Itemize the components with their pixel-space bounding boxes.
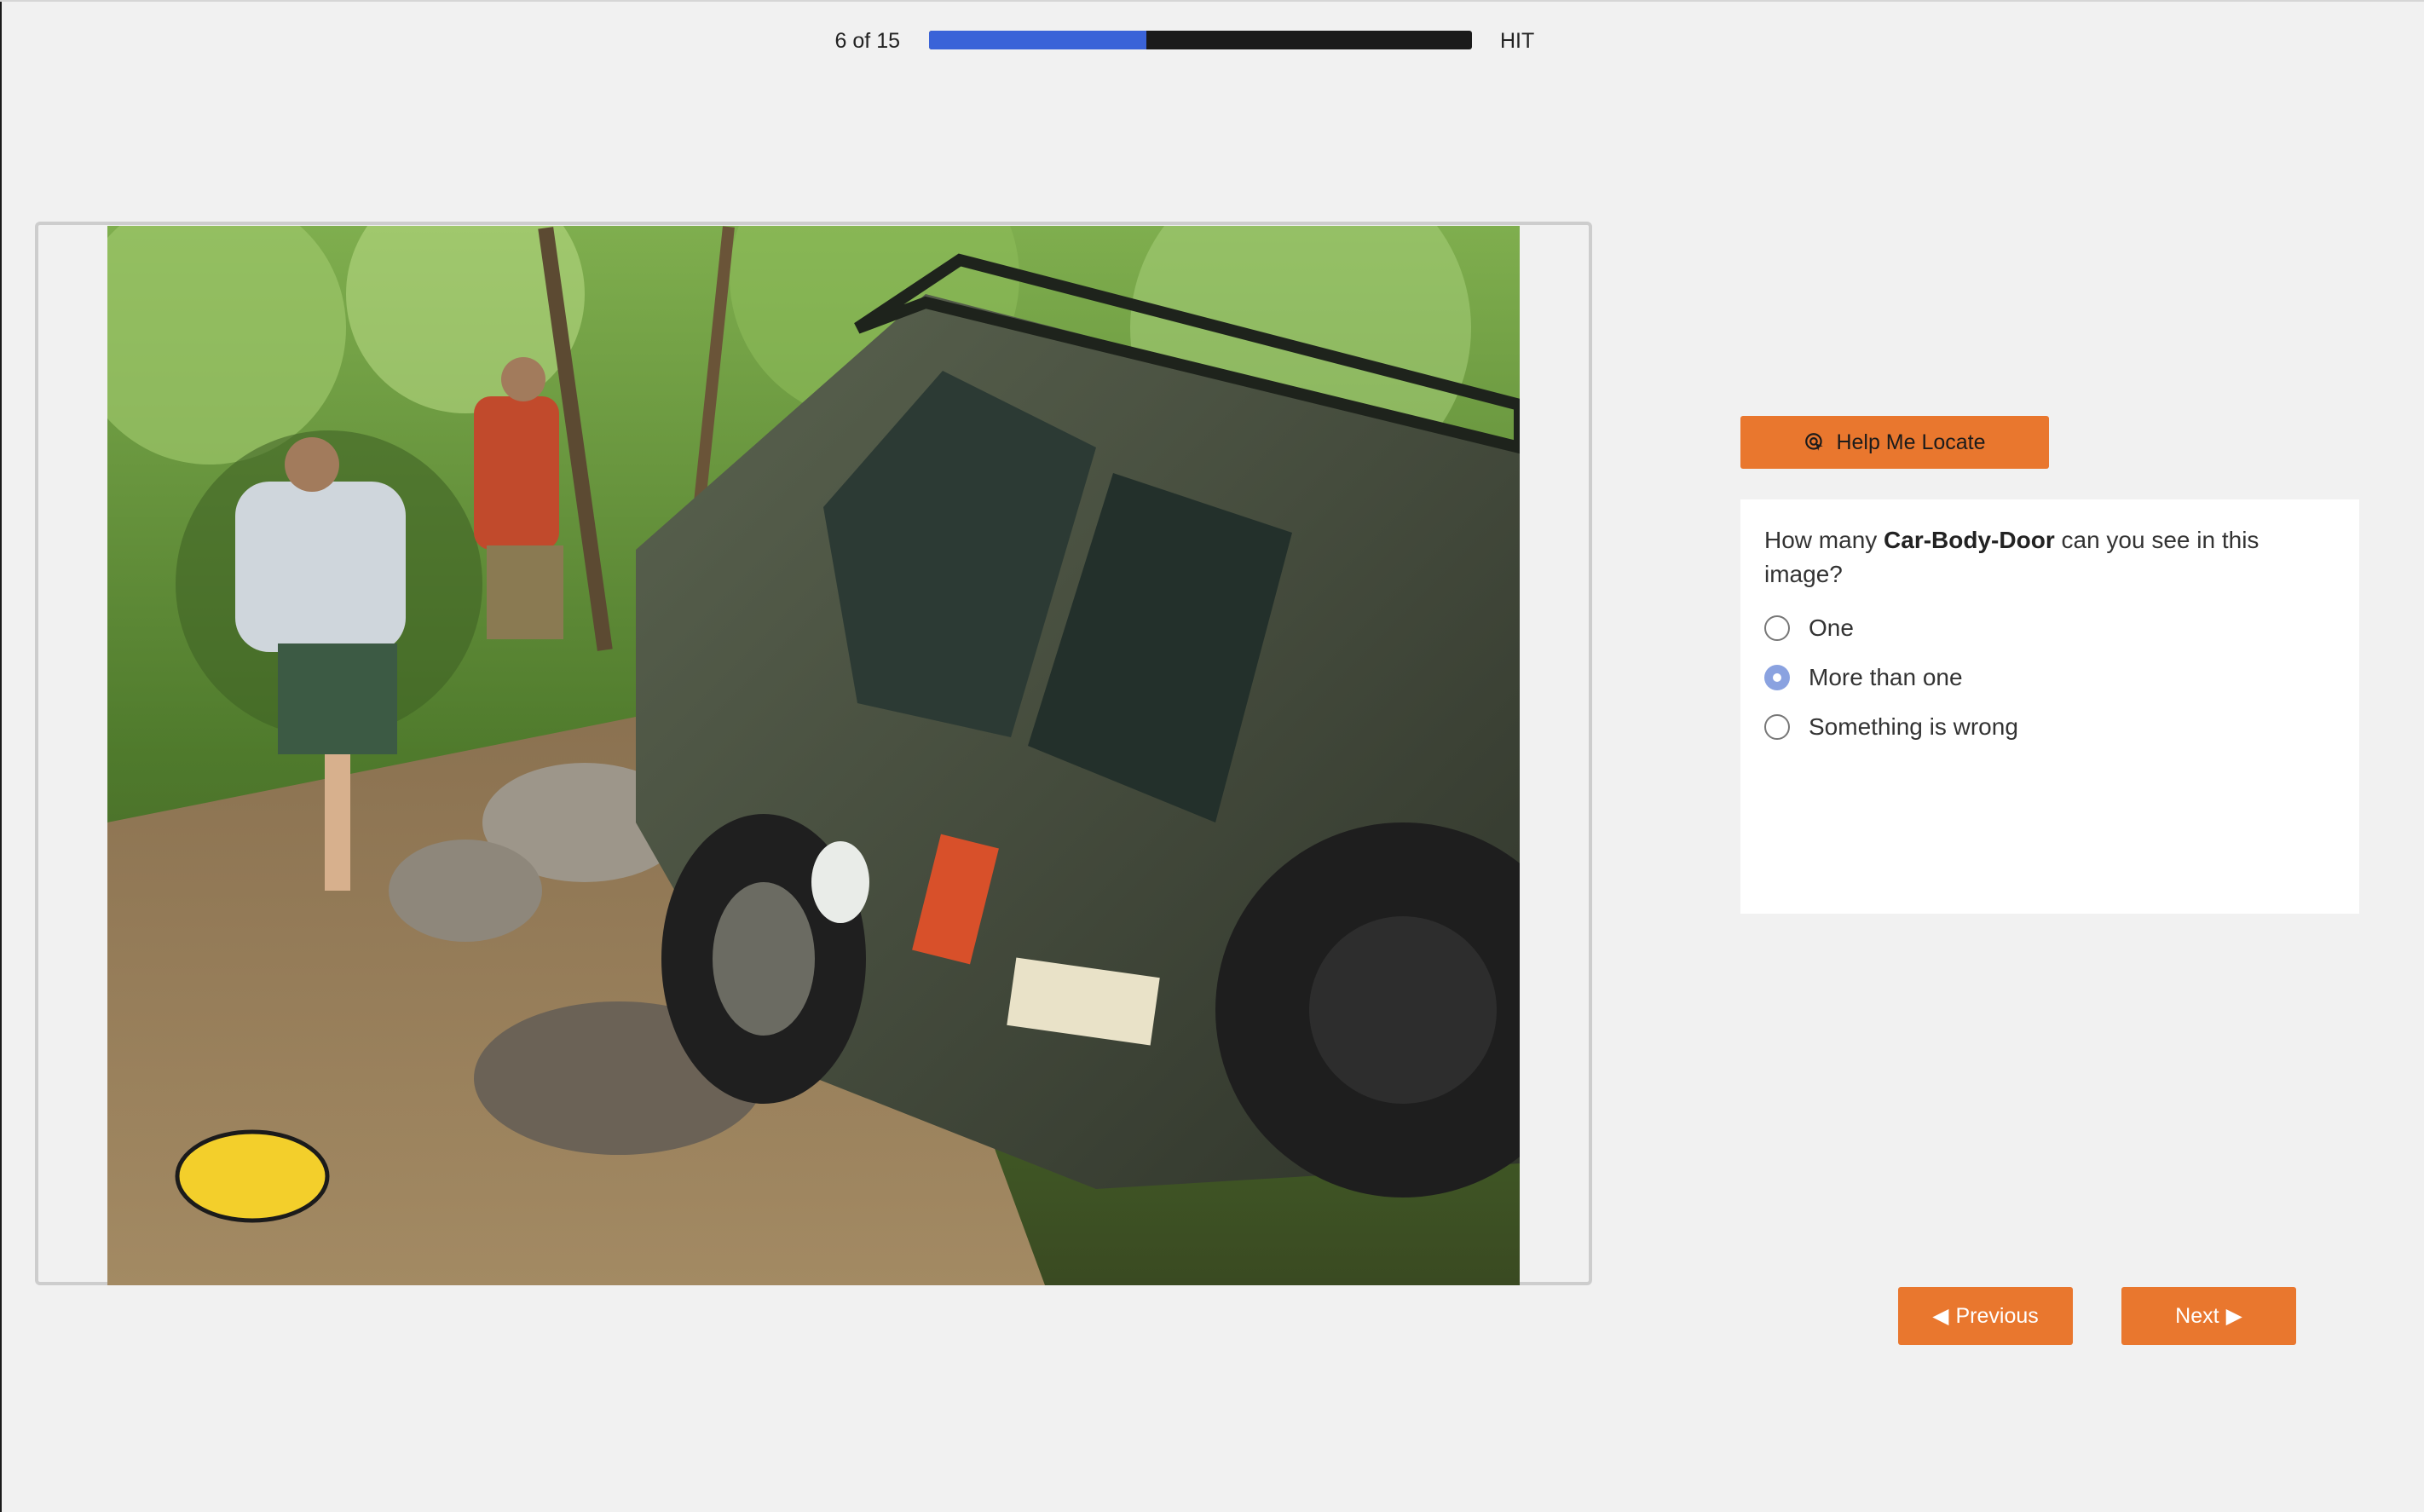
question-prefix: How many (1764, 527, 1884, 553)
help-me-locate-button[interactable]: Help Me Locate (1740, 416, 2049, 469)
radio-button[interactable] (1764, 714, 1790, 740)
option-label: More than one (1809, 664, 1963, 690)
option-label: Something is wrong (1809, 713, 2018, 740)
triangle-left-icon: ◀ (1932, 1304, 1949, 1328)
radio-button[interactable] (1764, 665, 1790, 690)
help-me-locate-label: Help Me Locate (1836, 430, 1986, 454)
task-image[interactable] (107, 226, 1520, 1285)
option-label: One (1809, 615, 1854, 641)
progress-bar (929, 31, 1472, 49)
progress-task-type: HIT (1500, 29, 1535, 53)
next-button[interactable]: Next ▶ (2121, 1287, 2296, 1345)
top-border (0, 0, 2424, 2)
option-something-is-wrong[interactable]: Something is wrong (1764, 702, 2335, 752)
question-object: Car-Body-Door (1884, 527, 2055, 553)
option-one[interactable]: One (1764, 603, 2335, 653)
question-card: How many Car-Body-Door can you see in th… (1740, 499, 2359, 914)
window-edge (0, 0, 2, 1512)
progress-bar-fill (929, 31, 1146, 49)
target-cursor-icon (1805, 433, 1824, 451)
question-text: How many Car-Body-Door can you see in th… (1764, 523, 2335, 592)
task-image-drawing (107, 226, 1520, 1285)
option-more-than-one[interactable]: More than one (1764, 653, 2335, 702)
triangle-right-icon: ▶ (2225, 1304, 2242, 1328)
radio-button[interactable] (1764, 615, 1790, 641)
next-label: Next (2175, 1303, 2219, 1328)
previous-button[interactable]: ◀ Previous (1898, 1287, 2073, 1345)
previous-label: Previous (1955, 1303, 2039, 1328)
progress-counter: 6 of 15 (834, 29, 900, 53)
